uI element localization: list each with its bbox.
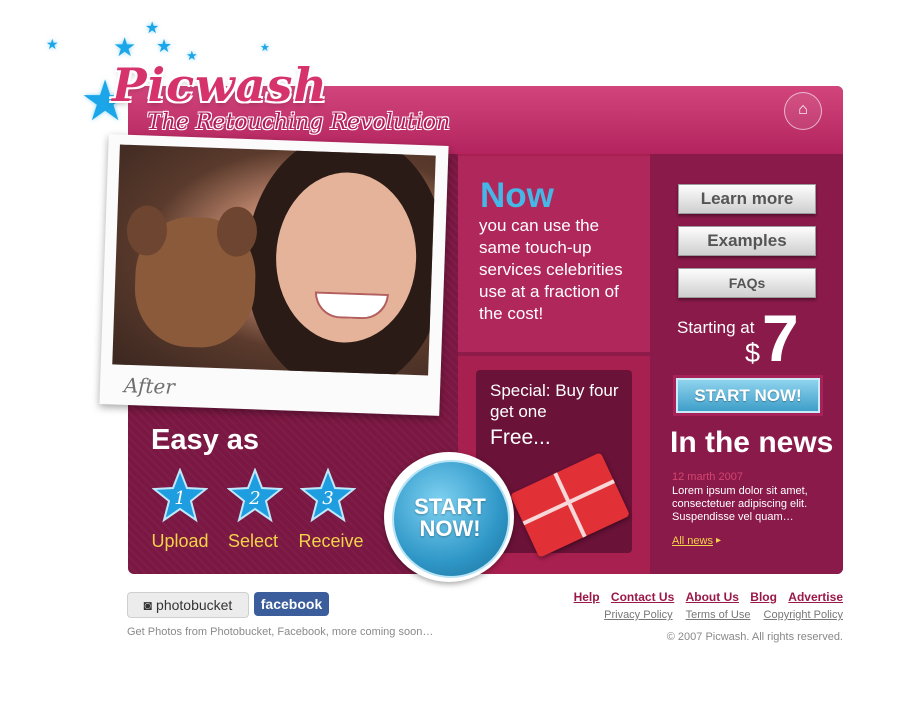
- starting-at-label: Starting at: [677, 318, 755, 337]
- svg-text:3: 3: [322, 488, 333, 509]
- advertise-link[interactable]: Advertise: [788, 590, 843, 604]
- facebook-badge[interactable]: facebook: [254, 592, 329, 616]
- copyright-text: © 2007 Picwash. All rights reserved.: [666, 631, 843, 643]
- photobucket-badge[interactable]: ◙ photobucket: [127, 592, 249, 618]
- policy-nav: Privacy Policy Terms of Use Copyright Po…: [594, 609, 843, 621]
- after-label: After: [123, 373, 176, 399]
- svg-text:2: 2: [248, 488, 260, 509]
- easy-as-title: Easy as: [151, 424, 260, 456]
- home-icon: ⌂: [798, 101, 808, 118]
- help-link[interactable]: Help: [574, 590, 600, 604]
- logo-tagline: The Retouching Revolution: [147, 110, 451, 135]
- faqs-button[interactable]: FAQs: [678, 268, 816, 298]
- star-icon: ★: [145, 20, 160, 37]
- after-photo: [112, 144, 436, 376]
- svg-text:1: 1: [174, 488, 185, 509]
- step-receive-label: Receive: [298, 531, 364, 551]
- step-1-star-icon: 1: [152, 468, 208, 523]
- price-currency: $: [745, 338, 761, 368]
- about-us-link[interactable]: About Us: [686, 590, 739, 604]
- step-select-label: Select: [227, 531, 279, 551]
- start-now-button[interactable]: START NOW!: [673, 375, 823, 416]
- footer-note: Get Photos from Photobucket, Facebook, m…: [127, 626, 434, 638]
- all-news-link[interactable]: All news: [672, 535, 713, 547]
- step-3-star-icon: 3: [300, 468, 356, 523]
- copyright-policy-link[interactable]: Copyright Policy: [764, 609, 843, 621]
- contact-us-link[interactable]: Contact Us: [611, 590, 674, 604]
- now-heading: Now: [480, 176, 554, 215]
- privacy-policy-link[interactable]: Privacy Policy: [604, 609, 672, 621]
- special-offer-text: Special: Buy four get one: [490, 381, 619, 421]
- logo[interactable]: Picwash: [112, 58, 328, 112]
- big-start-label[interactable]: START NOW!: [400, 496, 500, 540]
- terms-of-use-link[interactable]: Terms of Use: [686, 609, 751, 621]
- blog-link[interactable]: Blog: [750, 590, 777, 604]
- now-text: you can use the same touch-up services c…: [479, 216, 623, 323]
- examples-button[interactable]: Examples: [678, 226, 816, 256]
- footer-nav: Help Contact Us About Us Blog Advertise: [566, 590, 843, 604]
- news-date: 12 marth 2007: [672, 471, 743, 483]
- news-body: Lorem ipsum dolor sit amet, consectetuer…: [672, 485, 808, 523]
- price-amount: 7: [762, 301, 799, 375]
- step-upload-label: Upload: [151, 531, 209, 551]
- special-offer-free: Free...: [490, 426, 551, 449]
- star-icon: ★: [46, 36, 59, 52]
- learn-more-button[interactable]: Learn more: [678, 184, 816, 214]
- home-button[interactable]: ⌂: [784, 92, 822, 130]
- step-2-star-icon: 2: [227, 468, 283, 523]
- arrow-right-icon: ▸: [716, 535, 722, 546]
- news-title: In the news: [670, 426, 834, 459]
- star-icon: ★: [260, 42, 270, 54]
- star-icon: ★: [156, 36, 173, 56]
- camera-icon: ◙: [143, 597, 157, 613]
